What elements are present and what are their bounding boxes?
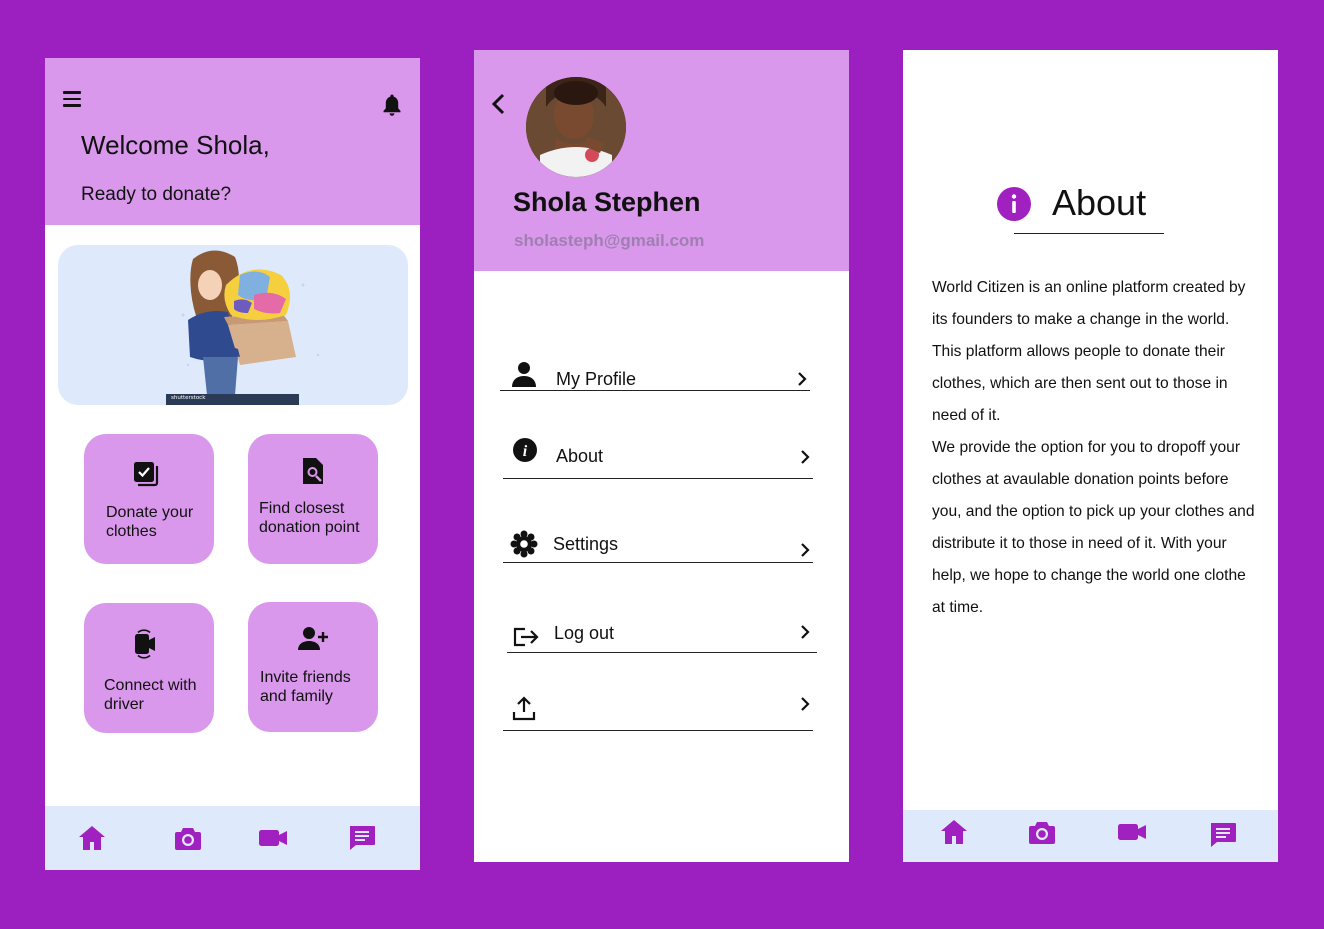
- chat-icon[interactable]: [1208, 820, 1238, 850]
- invite-friends-card[interactable]: Invite friends and family: [248, 602, 378, 732]
- menu-label-settings: Settings: [553, 534, 619, 554]
- bottom-nav-bar: [45, 806, 420, 870]
- home-screen: Welcome Shola, Ready to donate? shutters…: [45, 58, 420, 870]
- about-description: World Citizen is an online platform crea…: [932, 272, 1262, 624]
- chevron-right-icon: [798, 372, 807, 386]
- info-icon: [997, 187, 1031, 221]
- about-paragraph: We provide the option for you to dropoff…: [932, 439, 1255, 616]
- person-icon: [512, 362, 536, 387]
- banner-watermark: shutterstock: [171, 395, 206, 401]
- menu-label-log-out: Log out: [554, 623, 615, 643]
- menu-settings[interactable]: Settings: [503, 522, 813, 563]
- profile-screen: Shola Stephen sholasteph@gmail.com My Pr…: [474, 50, 849, 862]
- notification-bell-icon[interactable]: [380, 92, 404, 118]
- video-call-icon: [135, 629, 155, 659]
- settings-gear-icon: [510, 530, 538, 558]
- hamburger-menu-icon[interactable]: [63, 90, 83, 108]
- home-icon[interactable]: [939, 817, 969, 847]
- add-person-icon: [298, 627, 328, 650]
- camera-icon[interactable]: [173, 823, 203, 853]
- search-document-icon: [303, 458, 323, 484]
- camera-icon[interactable]: [1027, 817, 1057, 847]
- menu-label-my-profile: My Profile: [556, 369, 637, 389]
- menu-divider: [503, 729, 813, 731]
- connect-driver-card[interactable]: Connect with driver: [84, 603, 214, 733]
- back-chevron-icon[interactable]: [488, 92, 508, 116]
- menu-my-profile[interactable]: My Profile: [500, 356, 810, 391]
- video-icon[interactable]: [1117, 817, 1147, 847]
- avatar-portrait-image: [526, 77, 626, 177]
- home-header: Welcome Shola, Ready to donate?: [45, 58, 420, 225]
- menu-label-about: About: [556, 446, 604, 466]
- donate-checkbox-icon: [134, 462, 159, 487]
- woman-carrying-clothes-illustration: [166, 250, 320, 405]
- invite-friends-label: Invite friends and family: [260, 669, 351, 705]
- profile-name: Shola Stephen: [513, 187, 701, 217]
- about-paragraph: World Citizen is an online platform crea…: [932, 279, 1246, 424]
- menu-divider: [507, 651, 817, 653]
- info-icon: i: [513, 438, 537, 462]
- title-underline: [1014, 233, 1164, 235]
- profile-header: Shola Stephen sholasteph@gmail.com: [474, 50, 849, 271]
- menu-about[interactable]: i About: [503, 434, 813, 479]
- bottom-nav-bar: [903, 810, 1278, 862]
- find-donation-point-label: Find closest donation point: [259, 500, 360, 536]
- video-icon[interactable]: [258, 823, 288, 853]
- find-donation-point-card[interactable]: Find closest donation point: [248, 434, 378, 564]
- donate-clothes-card[interactable]: Donate your clothes: [84, 434, 214, 564]
- profile-avatar: [526, 77, 626, 177]
- chevron-right-icon: [801, 450, 810, 464]
- menu-share[interactable]: [503, 690, 813, 731]
- chat-icon[interactable]: [347, 823, 377, 853]
- chevron-right-icon: [801, 543, 810, 557]
- share-upload-icon: [512, 696, 536, 721]
- chevron-right-icon: [801, 697, 810, 711]
- menu-divider: [503, 561, 813, 563]
- menu-divider: [503, 477, 813, 479]
- about-screen: About World Citizen is an online platfor…: [903, 50, 1278, 862]
- home-icon[interactable]: [77, 823, 107, 853]
- menu-log-out[interactable]: Log out: [507, 616, 817, 653]
- chevron-right-icon: [801, 625, 810, 639]
- logout-icon: [513, 627, 539, 647]
- svg-text:i: i: [523, 443, 528, 460]
- profile-email: sholasteph@gmail.com: [514, 231, 705, 250]
- about-title: About: [1052, 182, 1147, 223]
- welcome-subtitle: Ready to donate?: [81, 184, 232, 205]
- menu-divider: [500, 389, 810, 391]
- donate-clothes-label: Donate your clothes: [106, 504, 194, 540]
- donation-banner-illustration: shutterstock: [58, 245, 408, 405]
- connect-driver-label: Connect with driver: [104, 677, 197, 713]
- welcome-heading: Welcome Shola,: [81, 130, 270, 160]
